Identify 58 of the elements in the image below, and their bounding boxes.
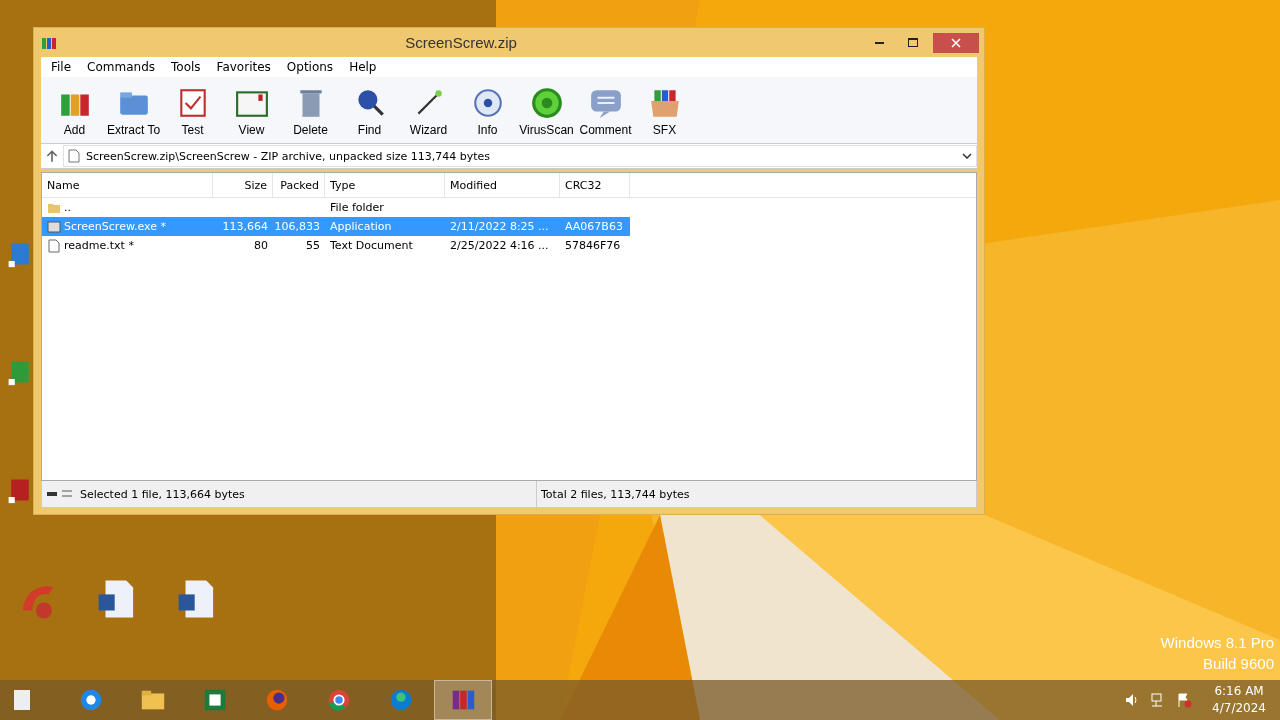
toolbar-button[interactable]: Wizard (399, 86, 458, 137)
table-cell: readme.txt * (64, 239, 134, 252)
file-type-icon (47, 238, 61, 253)
column-header[interactable]: Packed (273, 173, 325, 197)
file-icon (68, 149, 80, 163)
up-arrow-icon[interactable] (45, 149, 59, 163)
maximize-icon (908, 37, 918, 48)
toolbar-button[interactable]: SFX (635, 86, 694, 137)
table-cell: 106,833 (274, 220, 320, 233)
table-cell: AA067B63 (565, 220, 623, 233)
column-header[interactable]: Size (213, 173, 273, 197)
toolbar-button[interactable]: VirusScan (517, 86, 576, 137)
clock[interactable]: 6:16 AM 4/7/2024 (1212, 683, 1266, 717)
menu-item[interactable]: Tools (165, 60, 207, 74)
table-cell: ScreenScrew.exe * (64, 220, 166, 233)
path-field[interactable]: ScreenScrew.zip\ScreenScrew - ZIP archive, unpacked size 113,744 bytes (63, 145, 977, 167)
menu-item[interactable]: Favorites (210, 60, 277, 74)
os-version-text: Windows 8.1 Pro (1160, 634, 1274, 651)
table-cell: 113,664 (222, 220, 268, 233)
close-icon (951, 37, 961, 48)
column-header[interactable]: Modified (445, 173, 560, 197)
document-icon[interactable] (12, 688, 32, 712)
window-title: ScreenScrew.zip (404, 34, 518, 51)
menu-item[interactable]: Options (280, 60, 340, 74)
table-cell: File folder (330, 201, 384, 214)
column-header[interactable]: Name (42, 173, 213, 197)
file-row[interactable]: .. File folder (42, 198, 630, 217)
table-cell: 2/11/2022 8:25 ... (450, 220, 549, 233)
toolbar-button[interactable]: Add (45, 86, 104, 137)
status-text: Selected 1 file, 113,664 bytes (80, 487, 245, 501)
toolbar-button[interactable]: Extract To (104, 86, 163, 137)
toolbar-button[interactable]: Comment (576, 86, 635, 137)
close-button[interactable] (933, 32, 979, 53)
toolbar-button[interactable]: Test (163, 86, 222, 137)
toolbar-button[interactable]: Find (340, 86, 399, 137)
table-cell: Text Document (330, 239, 413, 252)
taskbar-button[interactable] (434, 680, 492, 720)
file-type-icon (47, 219, 61, 234)
table-cell: 57846F76 (565, 239, 621, 252)
table-cell: 2/25/2022 4:16 ... (450, 239, 549, 252)
flag-icon[interactable] (1176, 692, 1193, 708)
toolbar-button[interactable]: Delete (281, 86, 340, 137)
minimize-icon (874, 41, 884, 44)
table-cell: 80 (254, 239, 268, 252)
table-cell: Application (330, 220, 392, 233)
drive-icon (46, 488, 74, 500)
table-cell: 55 (306, 239, 320, 252)
toolbar-button[interactable]: View (222, 86, 281, 137)
file-row[interactable]: readme.txt * 80 55 Text Document 2/25/2022 4:16 ... 57846F76 (42, 236, 630, 255)
column-header[interactable]: Type (325, 173, 445, 197)
menu-item[interactable]: Commands (81, 60, 162, 74)
toolbar-button[interactable]: Info (458, 86, 517, 137)
os-version-text: Build 9600 (1203, 655, 1274, 672)
menu-item[interactable]: Help (343, 60, 383, 74)
status-text: Total 2 files, 113,744 bytes (541, 487, 690, 501)
table-cell: .. (64, 201, 71, 214)
menu-item[interactable]: File (45, 60, 78, 74)
column-header[interactable]: CRC32 (560, 173, 630, 197)
